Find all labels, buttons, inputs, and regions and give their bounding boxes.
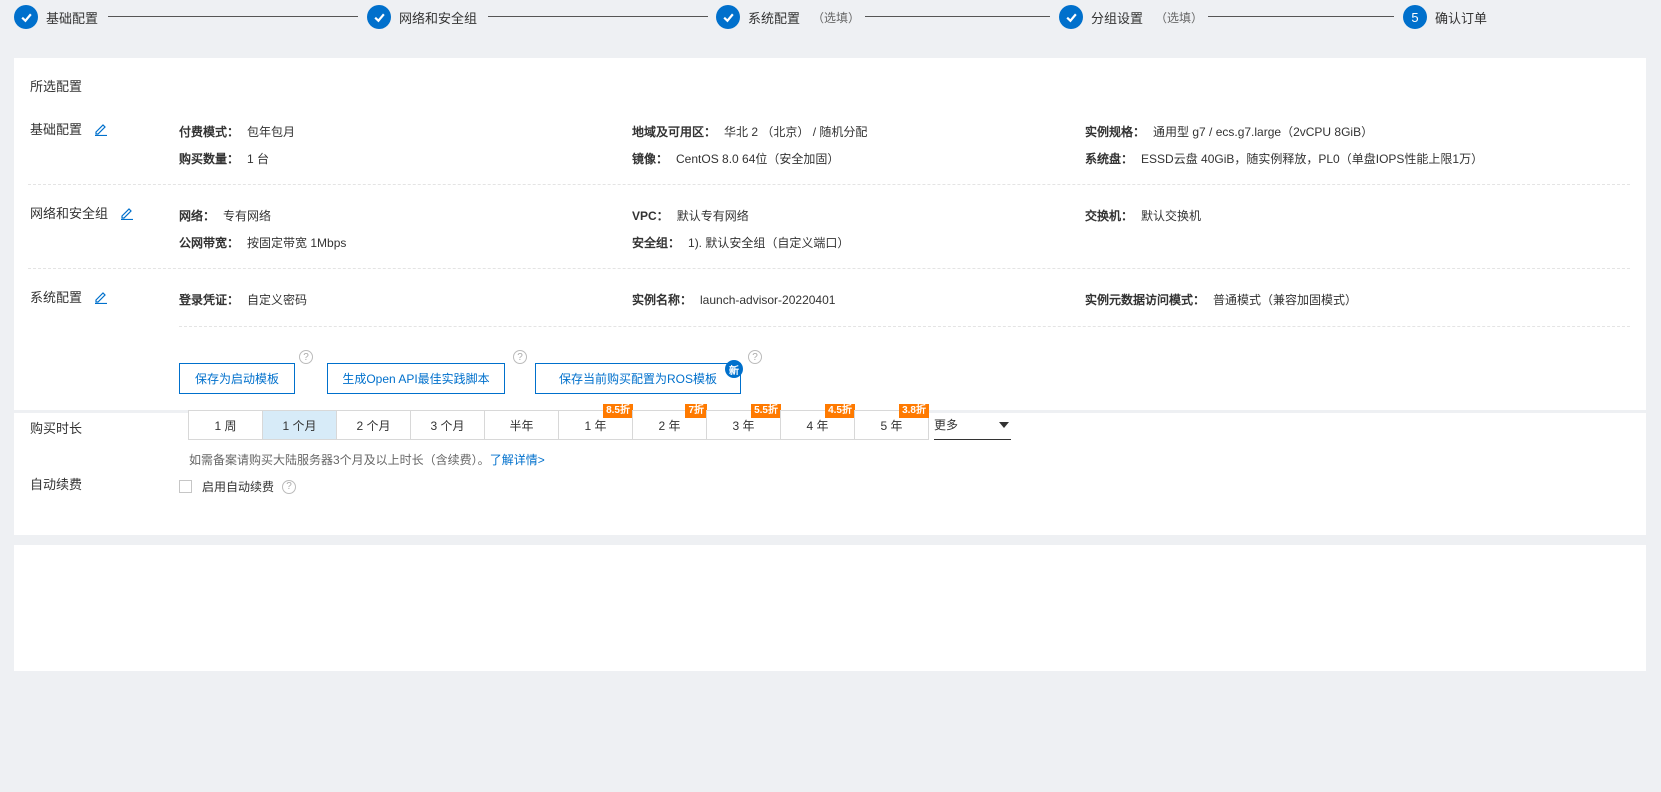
step-confirm: 5 确认订单 <box>1403 4 1487 30</box>
duration-option[interactable]: 2 年 7折 <box>632 404 707 440</box>
button-label: 保存当前购买配置为ROS模板 <box>558 372 717 386</box>
duration-option[interactable]: 5 年 3.8折 <box>854 404 929 440</box>
step-title: 系统配置 <box>748 10 801 26</box>
section-label: 基础配置 <box>30 122 83 137</box>
field-bandwidth: 公网带宽： 按固定带宽 1Mbps <box>179 236 347 250</box>
duration-options: 1 周 1 个月 2 个月 3 个月 半年 1 年 8.5折 2 年 7折 3 年5… <box>188 404 929 440</box>
check-icon <box>367 5 391 29</box>
field-instance-name: 实例名称： launch-advisor-20220401 <box>632 293 836 307</box>
step-number: 5 <box>1403 5 1427 29</box>
discount-badge: 5.5折 <box>751 404 781 418</box>
field-network: 网络： 专有网络 <box>179 209 272 223</box>
save-ros-template-button[interactable]: 保存当前购买配置为ROS模板 新 <box>535 360 743 394</box>
agreement-card <box>14 545 1646 671</box>
step-connector <box>108 16 358 17</box>
section-label: 系统配置 <box>30 290 83 305</box>
steps-bar: 基础配置 网络和安全组 系统配置 （选填） 分组设置 （选填） 5 确认订单 <box>0 0 1661 40</box>
section-system: 系统配置 <box>30 287 108 306</box>
auto-renew-checkbox[interactable] <box>179 480 192 493</box>
step-system[interactable]: 系统配置 （选填） <box>716 4 860 30</box>
field-login: 登录凭证： 自定义密码 <box>179 293 308 307</box>
discount-badge: 3.8折 <box>899 404 929 418</box>
field-image: 镜像： CentOS 8.0 64位（安全加固） <box>632 152 840 166</box>
help-icon[interactable]: ? <box>748 350 762 364</box>
section-network: 网络和安全组 <box>30 203 134 222</box>
new-badge: 新 <box>725 360 743 378</box>
step-basic[interactable]: 基础配置 <box>14 4 98 30</box>
more-duration-select[interactable]: 更多 <box>934 410 1011 440</box>
step-title: 基础配置 <box>46 10 99 26</box>
step-title: 分组设置 <box>1091 10 1144 26</box>
card-title: 所选配置 <box>30 79 83 94</box>
duration-hint: 如需备案请购买大陆服务器3个月及以上时长（含续费）。了解详情> <box>189 453 545 467</box>
step-connector <box>865 16 1050 17</box>
section-basic: 基础配置 <box>30 119 108 138</box>
help-icon[interactable]: ? <box>299 350 313 364</box>
step-title: 确认订单 <box>1435 10 1488 26</box>
step-optional: （选填） <box>1155 10 1204 25</box>
step-connector <box>488 16 708 17</box>
field-vpc: VPC： 默认专有网络 <box>632 209 749 223</box>
duration-option-selected[interactable]: 1 个月 <box>262 410 337 440</box>
edit-icon[interactable] <box>94 122 108 136</box>
field-pay-mode: 付费模式： 包年包月 <box>179 125 296 139</box>
save-launch-template-button[interactable]: 保存为启动模板 <box>179 363 295 394</box>
field-region: 地域及可用区： 华北 2 （北京） / 随机分配 <box>632 125 868 139</box>
divider <box>28 268 1630 269</box>
check-icon <box>716 5 740 29</box>
caret-down-icon <box>999 421 1009 428</box>
duration-label: 购买时长 <box>30 421 83 436</box>
field-quantity: 购买数量： 1 台 <box>179 152 270 166</box>
selected-config-card: 所选配置 基础配置 付费模式： 包年包月 地域及可用区： 华北 2 （北京） / 随… <box>14 58 1646 410</box>
auto-renew-option[interactable]: 启用自动续费 ? <box>179 478 297 495</box>
step-group[interactable]: 分组设置 （选填） <box>1059 4 1203 30</box>
step-optional: （选填） <box>812 10 861 25</box>
duration-option[interactable]: 1 周 <box>188 410 263 440</box>
help-icon[interactable]: ? <box>282 479 297 494</box>
check-icon <box>1059 5 1083 29</box>
help-icon[interactable]: ? <box>513 350 527 364</box>
discount-badge: 4.5折 <box>825 404 855 418</box>
divider <box>179 326 1630 327</box>
section-label: 网络和安全组 <box>30 206 109 221</box>
duration-option[interactable]: 3 年 5.5折 <box>706 404 781 440</box>
field-instance-type: 实例规格： 通用型 g7 / ecs.g7.large（2vCPU 8GiB） <box>1085 125 1374 139</box>
auto-renew-text: 启用自动续费 <box>202 480 275 494</box>
duration-option[interactable]: 1 年 8.5折 <box>558 404 633 440</box>
edit-icon[interactable] <box>120 206 134 220</box>
duration-option[interactable]: 4 年 4.5折 <box>780 404 855 440</box>
check-icon <box>14 5 38 29</box>
duration-card: 购买时长 1 周 1 个月 2 个月 3 个月 半年 1 年 8.5折 2 年 7折… <box>14 404 1646 535</box>
duration-option[interactable]: 2 个月 <box>336 410 411 440</box>
edit-icon[interactable] <box>94 290 108 304</box>
field-metadata-mode: 实例元数据访问模式： 普通模式（兼容加固模式） <box>1085 293 1358 307</box>
field-security-group: 安全组： 1). 默认安全组（自定义端口） <box>632 236 850 250</box>
step-connector <box>1208 16 1394 17</box>
divider <box>28 184 1630 185</box>
discount-badge: 8.5折 <box>603 404 633 418</box>
duration-option[interactable]: 3 个月 <box>410 410 485 440</box>
duration-option[interactable]: 半年 <box>484 410 559 440</box>
learn-more-link[interactable]: 了解详情> <box>490 453 545 467</box>
auto-renew-label: 自动续费 <box>30 477 83 492</box>
step-title: 网络和安全组 <box>399 10 478 26</box>
discount-badge: 7折 <box>685 404 707 418</box>
field-system-disk: 系统盘： ESSD云盘 40GiB，随实例释放，PL0（单盘IOPS性能上限1万） <box>1085 152 1484 166</box>
field-vswitch: 交换机： 默认交换机 <box>1085 209 1202 223</box>
step-network[interactable]: 网络和安全组 <box>367 4 477 30</box>
generate-api-script-button[interactable]: 生成Open API最佳实践脚本 <box>327 363 505 394</box>
